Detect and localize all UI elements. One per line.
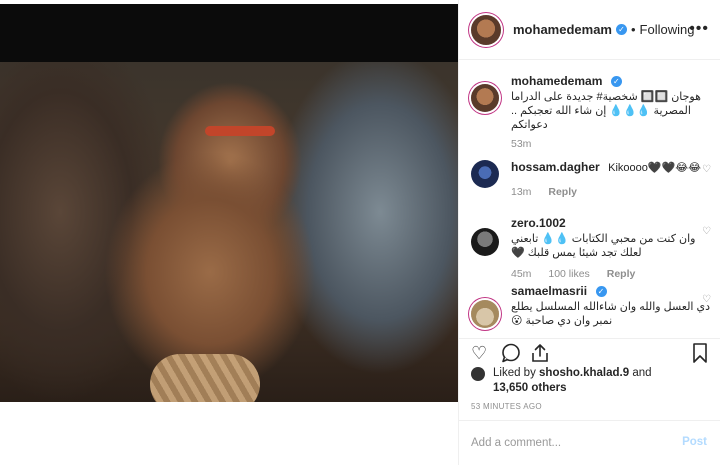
comment-text: Kikoooo🖤🖤😂😂 [608, 162, 702, 174]
comment-item: samaelmasrii ✓ دي العسل والله وان شاءالل… [471, 282, 711, 338]
caption-comment: mohamedemam ✓ هوجان 🔲🔲 شخصية# جديدة على … [471, 72, 711, 152]
comment-time: 13m [511, 186, 532, 198]
comment-time: 45m [511, 268, 532, 280]
add-comment-bar: Post [459, 420, 720, 465]
red-headband [205, 126, 275, 136]
post-photo[interactable] [0, 4, 458, 402]
author-avatar[interactable] [471, 14, 501, 45]
rope [150, 354, 260, 402]
comment-like-heart-icon[interactable]: ♡ [702, 164, 711, 175]
comment-avatar[interactable] [471, 160, 499, 188]
likes-middle: and [629, 367, 652, 379]
separator-dot: • [630, 22, 636, 37]
comment-text: هوجان 🔲🔲 شخصية# جديدة على الدراما المصري… [511, 91, 701, 131]
comment-item: zero.1002 وان كنت من محبي الكتابات 💧💧 تا… [471, 214, 711, 280]
likes-others-count[interactable]: 13,650 others [493, 382, 567, 394]
verified-badge-icon: ✓ [615, 24, 627, 35]
comment-username[interactable]: hossam.dagher [511, 160, 600, 174]
heart-icon[interactable]: ♡ [471, 343, 487, 363]
liker-username[interactable]: shosho.khalad.9 [539, 367, 629, 379]
comment-like-heart-icon[interactable]: ♡ [702, 294, 711, 305]
verified-badge-icon: ✓ [595, 286, 607, 297]
comment-avatar[interactable] [471, 84, 499, 112]
comment-username[interactable]: samaelmasrii [511, 284, 587, 298]
author-username[interactable]: mohamedemam [513, 22, 612, 37]
comment-item: hossam.dagher Kikoooo🖤🖤😂😂 13m Reply ♡ [471, 158, 711, 204]
comment-username[interactable]: zero.1002 [511, 216, 566, 230]
post-side-panel: mohamedemam ✓ • Following ••• mohamedema… [458, 0, 720, 465]
comment-meta: 45m 100 likes Reply [511, 268, 711, 280]
comment-likes[interactable]: 100 likes [548, 268, 589, 280]
liker-avatar[interactable] [471, 367, 485, 381]
add-comment-input[interactable] [471, 431, 661, 455]
comment-text: وان كنت من محبي الكتابات 💧💧 تابعني لعلك … [511, 233, 696, 259]
comment-meta: 13m Reply [511, 186, 711, 198]
reply-button[interactable]: Reply [548, 186, 577, 198]
comment-body: mohamedemam ✓ هوجان 🔲🔲 شخصية# جديدة على … [511, 72, 711, 150]
comment-time: 53m [511, 138, 532, 150]
comment-body: samaelmasrii ✓ دي العسل والله وان شاءالل… [511, 282, 711, 328]
comment-avatar[interactable] [471, 228, 499, 256]
comment-body: zero.1002 وان كنت من محبي الكتابات 💧💧 تا… [511, 214, 711, 280]
post-media [0, 0, 458, 465]
bookmark-icon[interactable] [693, 343, 707, 364]
comments-list[interactable]: mohamedemam ✓ هوجان 🔲🔲 شخصية# جديدة على … [459, 60, 720, 338]
reply-button[interactable]: Reply [607, 268, 636, 280]
ellipsis-icon[interactable]: ••• [689, 20, 709, 38]
comment-bubble-icon[interactable] [501, 343, 521, 364]
photo-scene [0, 62, 458, 402]
comment-username[interactable]: mohamedemam [511, 74, 602, 88]
comment-avatar[interactable] [471, 300, 499, 328]
following-button[interactable]: Following [640, 22, 695, 37]
instagram-post-modal: mohamedemam ✓ • Following ••• mohamedema… [0, 0, 720, 465]
comment-meta: 53m [511, 138, 711, 150]
post-actions-bar: ♡ [459, 338, 720, 368]
post-header: mohamedemam ✓ • Following ••• [459, 0, 720, 60]
comment-like-heart-icon[interactable]: ♡ [702, 226, 711, 237]
share-upload-icon[interactable] [531, 343, 549, 364]
post-button[interactable]: Post [682, 436, 707, 448]
likes-prefix: Liked by [493, 367, 540, 379]
comment-body: hossam.dagher Kikoooo🖤🖤😂😂 13m Reply [511, 158, 711, 198]
verified-badge-icon: ✓ [610, 76, 622, 87]
comment-text: دي العسل والله وان شاءالله المسلسل يطلع … [511, 301, 711, 327]
likes-text: Liked by shosho.khalad.9 and 13,650 othe… [493, 366, 708, 396]
post-timestamp[interactable]: 53 MINUTES AGO [471, 402, 542, 411]
